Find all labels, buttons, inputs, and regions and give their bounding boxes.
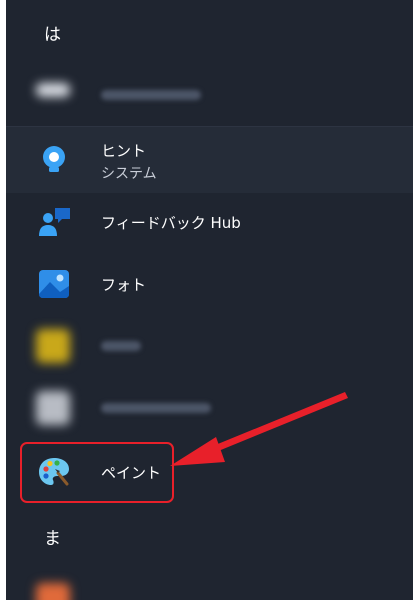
app-label-feedback-hub: フィードバック Hub <box>101 214 241 232</box>
blurred-app-label <box>101 90 201 100</box>
app-row-blurred-2[interactable] <box>6 318 413 374</box>
app-row-blurred-3[interactable] <box>6 380 413 436</box>
app-subtitle-tips: システム <box>101 166 157 182</box>
section-header-ha[interactable]: は <box>44 20 61 45</box>
blurred-app-icon <box>36 329 70 363</box>
section-header-ma[interactable]: ま <box>44 524 61 549</box>
blurred-app-label <box>101 403 211 413</box>
app-row-blurred-4[interactable] <box>6 572 413 600</box>
start-menu-app-list: は ヒント システム フィードバック Hub フォト ペイント ま <box>6 0 413 600</box>
lightbulb-icon <box>43 146 65 172</box>
app-row-blurred-1[interactable] <box>6 64 413 120</box>
feedback-hub-icon <box>39 208 70 236</box>
photos-icon <box>39 270 69 298</box>
app-row-feedback-hub[interactable]: フィードバック Hub <box>6 194 413 250</box>
blurred-app-icon <box>36 83 70 97</box>
highlight-box <box>20 442 174 503</box>
app-row-photos[interactable]: フォト <box>6 256 413 312</box>
blurred-app-icon <box>36 583 70 600</box>
blurred-app-label <box>101 341 141 351</box>
app-label-tips: ヒント <box>101 142 147 160</box>
app-label-photos: フォト <box>101 276 147 294</box>
blurred-app-icon <box>36 391 70 425</box>
app-row-tips[interactable]: ヒント システム <box>6 126 413 193</box>
